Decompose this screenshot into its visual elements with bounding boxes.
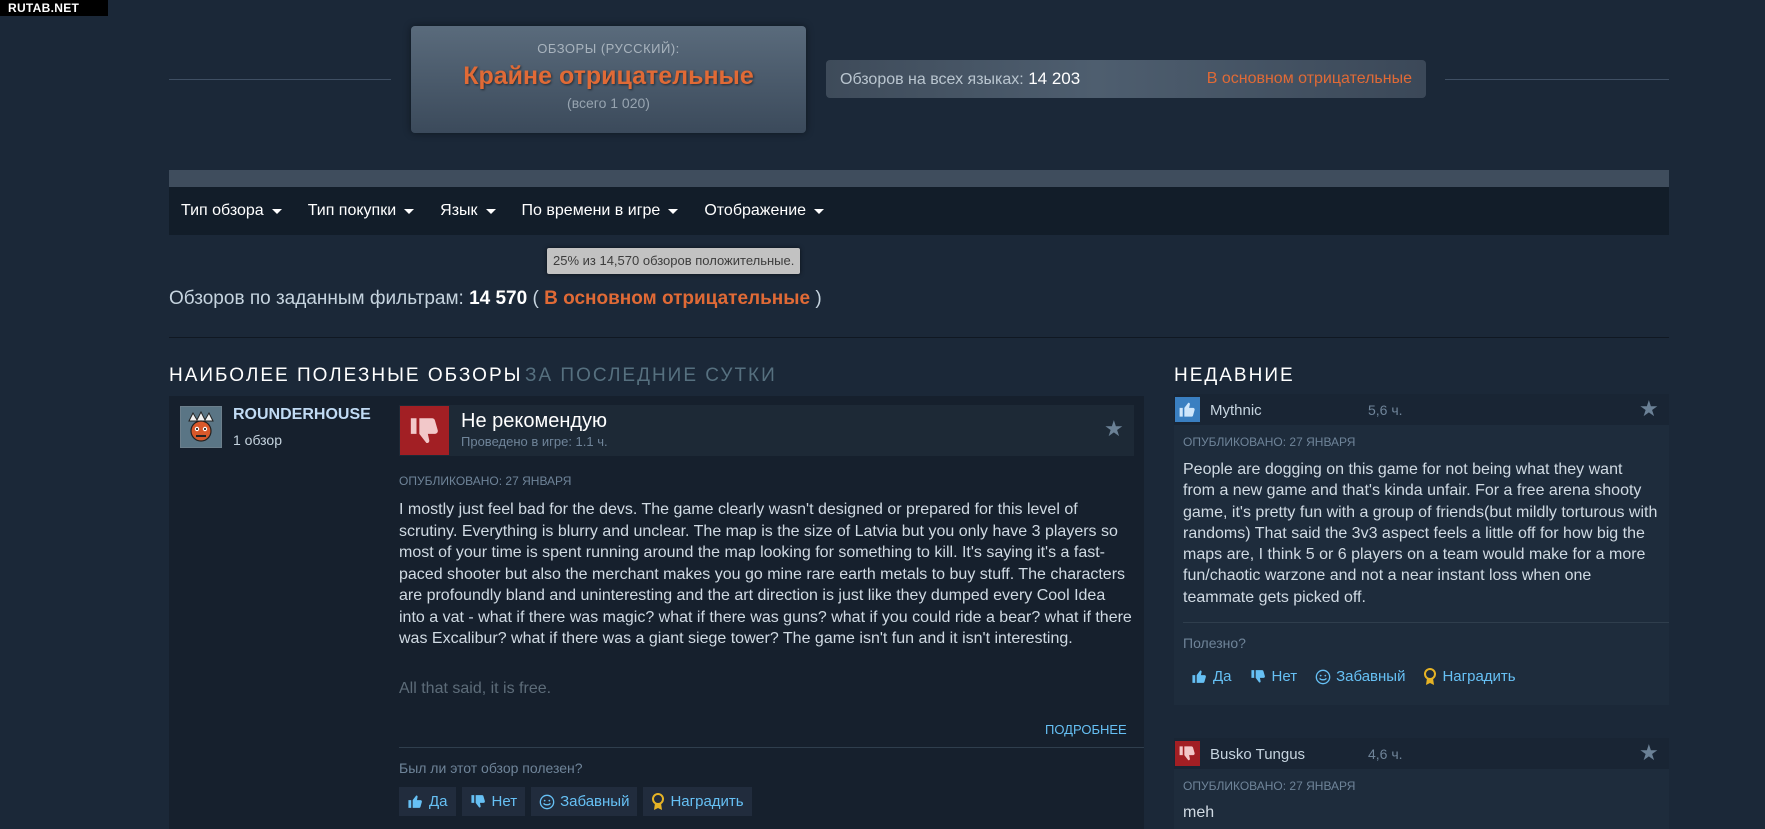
summary-rating: Крайне отрицательные (463, 62, 754, 90)
filtered-open-paren: ( (532, 288, 539, 309)
filter-playtime[interactable]: По времени в игре (522, 202, 679, 220)
vote-funny-button[interactable]: Забавный (1307, 662, 1413, 691)
recent-author-name[interactable]: Mythnic (1210, 402, 1262, 419)
positive-tooltip: 25% из 14,570 обзоров положительные. (547, 248, 801, 274)
summary-total: (всего 1 020) (567, 95, 650, 111)
recent-helpful-question: Полезно? (1183, 635, 1246, 651)
caret-down-icon (271, 209, 282, 214)
summary-label: ОБЗОРЫ (РУССКИЙ): (537, 41, 680, 56)
recent-playtime: 4,6 ч. (1368, 746, 1403, 762)
vote-yes-label: Да (1213, 668, 1232, 685)
section-divider (169, 337, 1669, 338)
thumbs-down-icon (410, 417, 438, 443)
tab-last-day[interactable]: ЗА ПОСЛЕДНИЕ СУТКИ (525, 365, 777, 387)
filter-review-type[interactable]: Тип обзора (181, 202, 282, 220)
caret-down-icon (668, 209, 679, 214)
vote-no-label: Нет (491, 793, 518, 810)
review-divider (399, 747, 1144, 748)
heading-most-helpful: НАИБОЛЕЕ ПОЛЕЗНЫЕ ОБЗОРЫ (169, 365, 523, 386)
all-languages-label-wrap: Обзоров на всех языках: 14 203 (840, 69, 1080, 89)
vote-funny-label: Забавный (560, 793, 630, 810)
all-languages-count: 14 203 (1028, 69, 1081, 88)
vote-no-label: Нет (1271, 668, 1298, 685)
filter-purchase-type[interactable]: Тип покупки (307, 202, 415, 220)
filter-bar-top (169, 170, 1669, 187)
recent-playtime: 5,6 ч. (1368, 402, 1403, 418)
award-button[interactable]: Наградить (643, 787, 752, 816)
filter-label: Тип покупки (307, 202, 397, 219)
recent-posted-date: ОПУБЛИКОВАНО: 27 ЯНВАРЯ (1183, 779, 1356, 793)
review-playtime: Проведено в игре: 1.1 ч. (461, 434, 608, 449)
thumbs-down-badge[interactable] (400, 406, 449, 455)
award-icon (651, 792, 665, 811)
vote-no-button[interactable]: Нет (461, 787, 526, 816)
star-icon[interactable]: ★ (1104, 416, 1124, 442)
heading-recent: НЕДАВНИЕ (1174, 365, 1295, 386)
review-text: I mostly just feel bad for the devs. The… (399, 501, 1132, 647)
all-languages-rating: В основном отрицательные (1206, 70, 1412, 87)
author-name[interactable]: ROUNDERHOUSE (233, 406, 371, 424)
all-languages-label: Обзоров на всех языках: (840, 71, 1024, 88)
thumbs-up-icon (407, 793, 424, 810)
review-summary-box[interactable]: ОБЗОРЫ (РУССКИЙ): Крайне отрицательные (… (411, 26, 806, 133)
thumbs-down-icon (470, 793, 487, 810)
award-label: Наградить (1442, 668, 1516, 685)
award-label: Наградить (670, 793, 744, 810)
award-button[interactable]: Наградить (1415, 662, 1523, 691)
filter-label: Отображение (704, 202, 807, 219)
recent-review-text: People are dogging on this game for not … (1183, 461, 1658, 606)
star-icon[interactable]: ★ (1639, 740, 1659, 766)
thumbs-up-badge[interactable] (1175, 397, 1200, 422)
review-posted-date: ОПУБЛИКОВАНО: 27 ЯНВАРЯ (399, 474, 572, 488)
filter-display[interactable]: Отображение (704, 202, 825, 220)
recent-review-text: meh (1183, 804, 1215, 821)
filtered-label: Обзоров по заданным фильтрам: (169, 288, 464, 309)
thumbs-down-badge[interactable] (1175, 741, 1200, 766)
filter-label: Язык (440, 202, 478, 219)
avatar[interactable] (180, 406, 222, 448)
thumbs-up-icon (1179, 402, 1195, 417)
recent-author-name[interactable]: Busko Tungus (1210, 746, 1305, 763)
all-languages-summary[interactable]: Обзоров на всех языках: 14 203 В основно… (826, 60, 1426, 98)
award-icon (1423, 667, 1437, 686)
vote-yes-label: Да (429, 793, 448, 810)
filtered-count: 14 570 (469, 288, 528, 309)
vote-funny-button[interactable]: Забавный (531, 787, 638, 816)
filter-bar: Тип обзора Тип покупки Язык По времени в… (169, 187, 1669, 235)
vote-buttons: Да Нет Забавный Наградить (399, 787, 752, 816)
filter-label: По времени в игре (521, 202, 661, 219)
smile-icon (539, 794, 555, 810)
author-review-count[interactable]: 1 обзор (233, 432, 282, 448)
read-more-link[interactable]: ПОДРОБНЕЕ (1045, 722, 1127, 737)
vote-funny-label: Забавный (1336, 668, 1406, 685)
filtered-close-paren: ) (815, 288, 822, 309)
recent-vote-buttons: Да Нет Забавный Наградить (1183, 662, 1524, 691)
avatar-image (181, 407, 221, 447)
thumbs-down-icon (1179, 746, 1195, 761)
filtered-summary: Обзоров по заданным фильтрам: 14 570 ( В… (169, 288, 822, 310)
watermark: RUTAB.NET (0, 0, 108, 16)
helpful-question: Был ли этот обзор полезен? (399, 760, 583, 776)
recent-divider (1183, 622, 1669, 623)
vote-yes-button[interactable]: Да (399, 787, 456, 816)
star-icon[interactable]: ★ (1639, 396, 1659, 422)
filter-label: Тип обзора (181, 202, 264, 219)
filtered-rating: В основном отрицательные (544, 288, 811, 309)
filter-language[interactable]: Язык (440, 202, 496, 220)
smile-icon (1315, 669, 1331, 685)
recent-posted-date: ОПУБЛИКОВАНО: 27 ЯНВАРЯ (1183, 435, 1356, 449)
divider-right (1445, 79, 1669, 80)
vote-no-button[interactable]: Нет (1242, 662, 1306, 691)
review-verdict[interactable]: Не рекомендую (461, 410, 607, 433)
review-text-fade: All that said, it is free. (399, 680, 552, 697)
divider-left (169, 79, 391, 80)
thumbs-up-icon (1191, 668, 1208, 685)
thumbs-down-icon (1250, 668, 1267, 685)
caret-down-icon (404, 209, 415, 214)
caret-down-icon (814, 209, 825, 214)
vote-yes-button[interactable]: Да (1183, 662, 1240, 691)
caret-down-icon (485, 209, 496, 214)
